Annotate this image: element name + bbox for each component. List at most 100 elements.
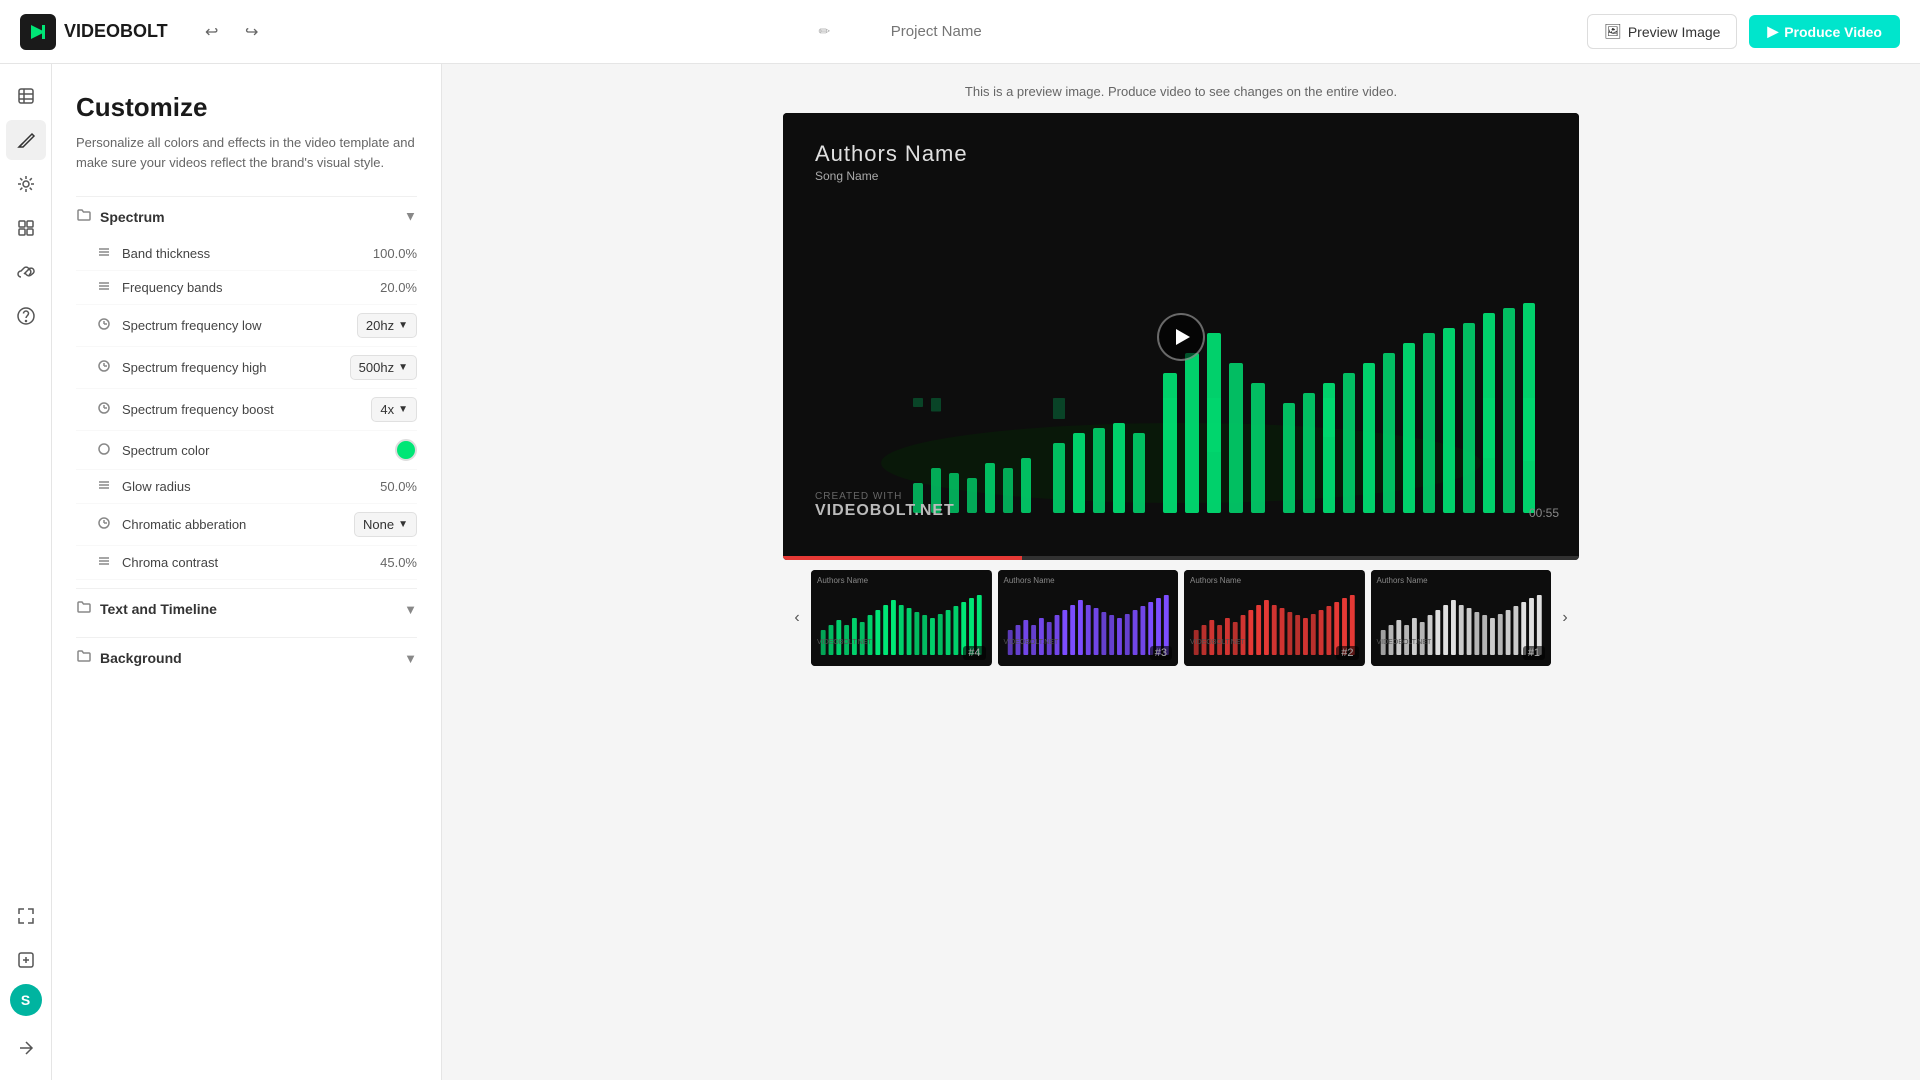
spectrum-section-label: Spectrum <box>100 209 165 225</box>
thumb-2-badge: #2 <box>1336 646 1358 660</box>
frequency-bands-icon <box>96 279 112 296</box>
thumb-1-badge: #1 <box>1523 646 1545 660</box>
text-timeline-left: Text and Timeline <box>76 599 217 619</box>
topbar: VIDEOBOLT ↩ ↪ ✏ 🖼 Preview Image ▶ Produc… <box>0 0 1920 64</box>
preview-notice: This is a preview image. Produce video t… <box>965 84 1397 99</box>
spectrum-freq-boost-label: Spectrum frequency boost <box>122 402 371 417</box>
chroma-contrast-row: Chroma contrast 45.0% <box>76 546 417 580</box>
redo-button[interactable]: ↪ <box>236 16 268 48</box>
thumb-2-author: Authors Name <box>1190 576 1241 585</box>
thumb-4-badge: #4 <box>963 646 985 660</box>
chromatic-abberation-value: None <box>363 517 394 532</box>
text-timeline-folder-icon <box>76 599 92 619</box>
video-preview[interactable]: Authors Name Song Name CREATED WITH VIDE… <box>783 113 1579 560</box>
chroma-contrast-value: 45.0% <box>380 555 417 570</box>
chromatic-abberation-row: Chromatic abberation None ▼ <box>76 504 417 546</box>
topbar-actions-right: 🖼 Preview Image ▶ Produce Video <box>1587 14 1900 49</box>
freq-high-chevron-icon: ▼ <box>398 362 408 373</box>
customize-description: Personalize all colors and effects in th… <box>76 133 417 172</box>
sidebar-link-btn[interactable] <box>6 252 46 292</box>
sidebar-brush-btn[interactable] <box>6 120 46 160</box>
spectrum-freq-low-icon <box>96 317 112 334</box>
spectrum-freq-low-dropdown[interactable]: 20hz ▼ <box>357 313 417 338</box>
spectrum-freq-boost-icon <box>96 401 112 418</box>
video-progress-bar[interactable] <box>783 556 1579 560</box>
thumb-1-author: Authors Name <box>1377 576 1428 585</box>
spectrum-freq-boost-dropdown[interactable]: 4x ▼ <box>371 397 417 422</box>
background-folder-icon <box>76 648 92 668</box>
produce-icon: ▶ <box>1767 23 1778 40</box>
video-progress-fill <box>783 556 1022 560</box>
produce-video-button[interactable]: ▶ Produce Video <box>1749 15 1900 48</box>
spectrum-color-icon <box>96 442 112 459</box>
text-timeline-section-header[interactable]: Text and Timeline ▼ <box>76 588 417 629</box>
sidebar-icons: S <box>0 64 52 1080</box>
sidebar-help-btn[interactable] <box>6 296 46 336</box>
glow-radius-row: Glow radius 50.0% <box>76 470 417 504</box>
spectrum-freq-low-value: 20hz <box>366 318 394 333</box>
undo-button[interactable]: ↩ <box>196 16 228 48</box>
sidebar-fullscreen-btn[interactable] <box>6 896 46 936</box>
project-name-input[interactable] <box>836 23 1036 40</box>
content-area: This is a preview image. Produce video t… <box>442 64 1920 1080</box>
sidebar-grid-btn[interactable] <box>6 208 46 248</box>
band-thickness-value: 100.0% <box>373 246 417 261</box>
spectrum-freq-high-label: Spectrum frequency high <box>122 360 350 375</box>
spectrum-freq-low-row: Spectrum frequency low 20hz ▼ <box>76 305 417 347</box>
thumb-3-wm: VIDEOBOLT.NET <box>1004 639 1059 646</box>
thumbnails-container: Authors Name VIDEOBOLT.NET #4 <box>811 570 1551 666</box>
spectrum-color-label: Spectrum color <box>122 443 395 458</box>
thumbnail-2[interactable]: Authors Name VIDEOBOLT.NET #2 <box>1184 570 1365 666</box>
video-author: Authors Name <box>815 141 968 167</box>
preview-image-label: Preview Image <box>1628 24 1721 40</box>
text-timeline-label: Text and Timeline <box>100 601 217 617</box>
spectrum-freq-high-row: Spectrum frequency high 500hz ▼ <box>76 347 417 389</box>
thumb-3-author: Authors Name <box>1004 576 1055 585</box>
sidebar-settings-btn[interactable] <box>6 164 46 204</box>
frequency-bands-value: 20.0% <box>380 280 417 295</box>
user-avatar[interactable]: S <box>10 984 42 1016</box>
thumb-4-wm: VIDEOBOLT.NET <box>817 639 872 646</box>
video-play-button[interactable] <box>1157 313 1205 361</box>
main-layout: S Customize Personalize all colors and e… <box>0 64 1920 1080</box>
project-name-wrapper[interactable]: ✏ <box>819 23 1037 40</box>
sidebar-layers-btn[interactable] <box>6 76 46 116</box>
chromatic-abberation-dropdown[interactable]: None ▼ <box>354 512 417 537</box>
sidebar-share-btn[interactable] <box>6 1028 46 1068</box>
customize-title: Customize <box>76 92 417 123</box>
video-preview-inner: Authors Name Song Name CREATED WITH VIDE… <box>783 113 1579 560</box>
spectrum-freq-high-dropdown[interactable]: 500hz ▼ <box>350 355 417 380</box>
thumb-3-badge: #3 <box>1150 646 1172 660</box>
spectrum-freq-high-icon <box>96 359 112 376</box>
preview-image-button[interactable]: 🖼 Preview Image <box>1587 14 1737 49</box>
thumbnail-3[interactable]: Authors Name VIDEOBOLT.NET #3 <box>998 570 1179 666</box>
text-timeline-chevron-icon: ▼ <box>404 602 417 617</box>
spectrum-color-swatch[interactable] <box>395 439 417 461</box>
freq-boost-chevron-icon: ▼ <box>398 404 408 415</box>
sidebar-edit-btn[interactable] <box>6 940 46 980</box>
watermark-line1: CREATED WITH <box>815 491 955 502</box>
preview-icon: 🖼 <box>1604 23 1622 40</box>
video-watermark: CREATED WITH VIDEOBOLT.NET <box>815 491 955 520</box>
background-label: Background <box>100 650 182 666</box>
produce-video-label: Produce Video <box>1784 24 1882 40</box>
chroma-contrast-icon <box>96 554 112 571</box>
thumbnail-4[interactable]: Authors Name VIDEOBOLT.NET #4 <box>811 570 992 666</box>
spectrum-section-header[interactable]: Spectrum ▲ <box>76 196 417 237</box>
band-thickness-row: Band thickness 100.0% <box>76 237 417 271</box>
thumbnail-1[interactable]: Authors Name VIDEOBOLT.NET #1 <box>1371 570 1552 666</box>
customize-panel: Customize Personalize all colors and eff… <box>52 64 442 1080</box>
chromatic-chevron-icon: ▼ <box>398 519 408 530</box>
video-timecode: 00:55 <box>1529 506 1559 520</box>
glow-radius-icon <box>96 478 112 495</box>
logo[interactable]: VIDEOBOLT <box>20 14 168 50</box>
spectrum-section-header-left: Spectrum <box>76 207 165 227</box>
logo-text: VIDEOBOLT <box>64 21 168 42</box>
background-section-header[interactable]: Background ▼ <box>76 637 417 678</box>
band-thickness-label: Band thickness <box>122 246 373 261</box>
thumbnails-strip: ‹ <box>783 570 1579 666</box>
thumbnails-next-arrow[interactable]: › <box>1551 604 1579 632</box>
undo-redo-group: ↩ ↪ <box>196 16 268 48</box>
thumbnails-prev-arrow[interactable]: ‹ <box>783 604 811 632</box>
thumb-4-author: Authors Name <box>817 576 868 585</box>
